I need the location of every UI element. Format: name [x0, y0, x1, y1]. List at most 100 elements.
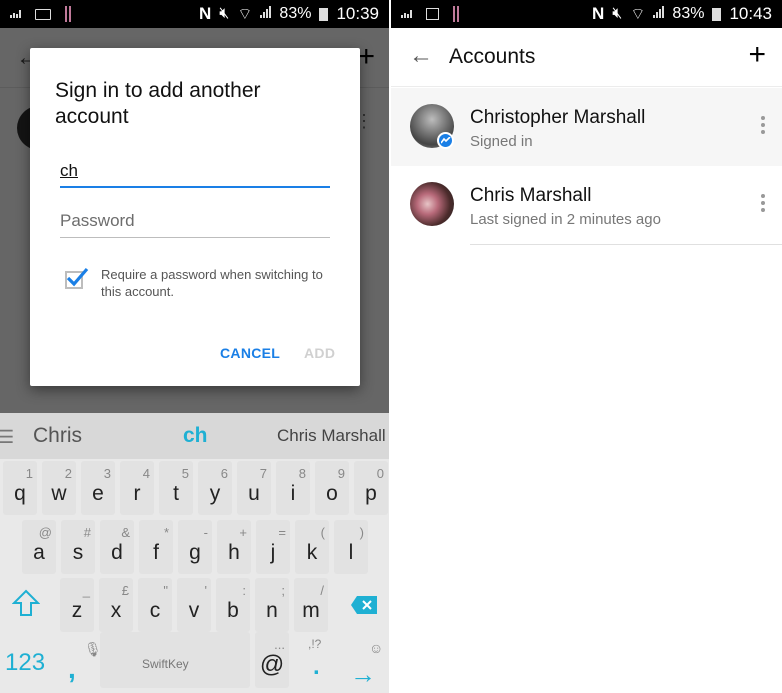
nfc-icon: N — [592, 4, 605, 23]
comma-key[interactable]: , — [68, 653, 76, 685]
key-label: f — [153, 541, 159, 564]
key-k[interactable]: (k — [295, 520, 329, 574]
more-vert-icon[interactable] — [761, 116, 765, 137]
back-arrow-icon[interactable]: ← — [409, 42, 433, 70]
period-alt: ,!? — [308, 637, 322, 651]
add-button[interactable]: ADD — [304, 345, 335, 361]
signal-notification-icon — [401, 10, 412, 18]
backspace-key[interactable] — [351, 596, 377, 619]
key-l[interactable]: ) l — [334, 520, 368, 574]
account-item-active[interactable]: Christopher Marshall Signed in — [391, 88, 782, 166]
key-alt-label: # — [83, 525, 91, 540]
account-name: Chris Marshall — [470, 185, 592, 206]
key-label: c — [149, 599, 161, 622]
key-g[interactable]: -g — [178, 520, 212, 574]
suggestion-1[interactable]: Chris — [33, 424, 82, 448]
account-item[interactable]: Chris Marshall Last signed in 2 minutes … — [391, 166, 782, 245]
add-account-dialog: Sign in to add another account ch Passwo… — [30, 48, 360, 386]
key-r[interactable]: 4r — [120, 461, 154, 515]
key-row-3: _ z £ x " c ' v: b; n / m — [0, 578, 389, 636]
period-key[interactable]: . — [313, 653, 320, 681]
wifi-icon: ⌔ — [237, 6, 253, 23]
username-input[interactable]: ch — [60, 158, 330, 188]
add-account-icon[interactable]: + — [748, 38, 766, 72]
key-alt-label: 7 — [259, 466, 267, 481]
key-alt-label: ; — [281, 583, 285, 598]
key-alt-label: 5 — [181, 466, 189, 481]
key-e[interactable]: 3e — [81, 461, 115, 515]
key-label: v — [188, 599, 200, 622]
space-key[interactable]: SwiftKey — [100, 632, 250, 688]
key-z[interactable]: _ z — [60, 578, 94, 632]
key-label: j — [270, 541, 276, 564]
emoji-icon[interactable]: ☺ — [369, 640, 383, 656]
keyboard-icon — [35, 8, 51, 20]
key-h[interactable]: + h — [217, 520, 251, 574]
key-p[interactable]: 0p — [354, 461, 388, 515]
key-d[interactable]: & d — [100, 520, 134, 574]
key-x[interactable]: £ x — [99, 578, 133, 632]
accounts-appbar: ← Accounts + — [391, 28, 782, 87]
key-f[interactable]: * f — [139, 520, 173, 574]
key-o[interactable]: 9o — [315, 461, 349, 515]
key-t[interactable]: 5t — [159, 461, 193, 515]
key-alt-label: : — [242, 583, 246, 598]
key-label: m — [302, 599, 320, 622]
key-j[interactable]: = j — [256, 520, 290, 574]
account-status: Last signed in 2 minutes ago — [470, 211, 661, 228]
signal-notification-icon — [10, 10, 21, 18]
key-alt-label: £ — [121, 583, 129, 598]
suggestion-3[interactable]: Chris Marshall — [277, 426, 386, 446]
key-b[interactable]: :b — [216, 578, 250, 632]
key-alt-label: _ — [82, 583, 90, 598]
numbers-key[interactable]: 123 — [5, 649, 45, 677]
require-password-checkbox[interactable] — [65, 267, 89, 289]
right-screen: N 🔇︎ ⌔ 83% 10:43 ← Accounts + Christophe… — [391, 0, 782, 693]
suggestion-bar: ☰ Chris ch Chris Marshall — [0, 413, 389, 459]
key-alt-label: + — [239, 525, 247, 540]
key-y[interactable]: 6y — [198, 461, 232, 515]
more-vert-icon[interactable] — [761, 194, 765, 215]
page-title: Accounts — [449, 45, 536, 68]
key-alt-label: ( — [320, 525, 325, 540]
at-key[interactable]: ... @ — [255, 632, 289, 688]
status-bar: N 🔇︎ ⌔ 83% 10:43 — [391, 0, 782, 28]
account-status: Signed in — [470, 133, 533, 150]
enter-arrow-icon[interactable]: → — [350, 659, 376, 690]
key-s[interactable]: # s — [61, 520, 95, 574]
key-u[interactable]: 7u — [237, 461, 271, 515]
key-label: r — [133, 482, 141, 505]
key-label: o — [326, 482, 338, 505]
key-label: p — [365, 482, 377, 505]
key-q[interactable]: 1q — [3, 461, 37, 515]
key-alt-label: 4 — [142, 466, 150, 481]
key-alt-label: " — [163, 583, 168, 598]
shift-key[interactable] — [11, 589, 41, 622]
password-input[interactable]: Password — [60, 208, 330, 238]
key-w[interactable]: 2w — [42, 461, 76, 515]
username-value: ch — [60, 161, 78, 180]
key-alt-label: * — [163, 525, 169, 540]
key-label: a — [33, 541, 45, 564]
key-label: q — [14, 482, 26, 505]
key-label: w — [51, 482, 67, 505]
notification-bars-icon — [65, 6, 71, 22]
key-c[interactable]: " c — [138, 578, 172, 632]
key-n[interactable]: ; n — [255, 578, 289, 632]
key-v[interactable]: ' v — [177, 578, 211, 632]
suggestion-2[interactable]: ch — [183, 424, 208, 448]
battery-percent: 83% — [672, 5, 705, 22]
key-label: d — [111, 541, 123, 564]
key-i[interactable]: 8i — [276, 461, 310, 515]
status-bar: N 🔇︎ ⌔ 83% 10:39 — [0, 0, 389, 28]
key-row-2: @ a # s & d * f - g + h = j(k) l — [0, 520, 389, 578]
key-alt-label: / — [320, 583, 324, 598]
key-label: u — [248, 482, 260, 505]
key-alt-label: 6 — [220, 466, 228, 481]
require-password-label: Require a password when switching to thi… — [101, 267, 323, 299]
cancel-button[interactable]: CANCEL — [220, 345, 280, 361]
key-a[interactable]: @ a — [22, 520, 56, 574]
avatar — [410, 182, 454, 226]
menu-icon[interactable]: ☰ — [0, 427, 14, 448]
key-m[interactable]: / m — [294, 578, 328, 632]
